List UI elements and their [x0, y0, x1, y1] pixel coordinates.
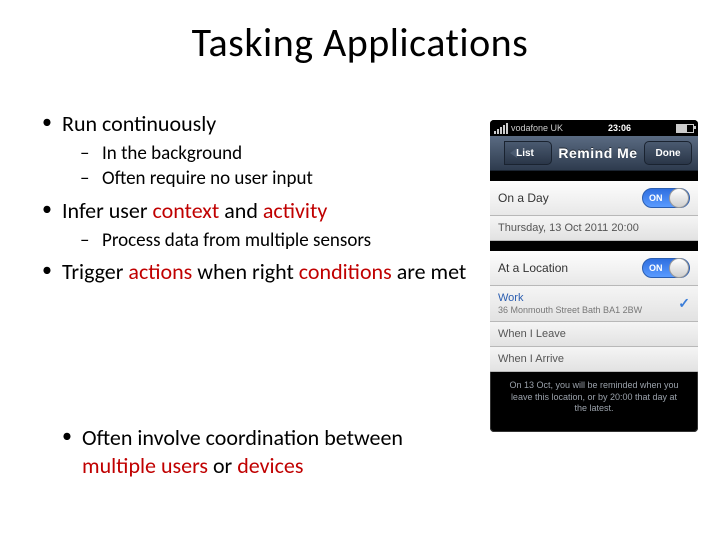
toggle-at-location[interactable]: ON: [642, 258, 690, 278]
highlight-actions: actions: [128, 258, 192, 285]
slide-body-lower: Often involve coordination between multi…: [58, 424, 478, 485]
cell-label: Work: [498, 292, 642, 304]
toggle-on-a-day[interactable]: ON: [642, 188, 690, 208]
nav-bar: List Remind Me Done: [490, 136, 698, 171]
text-fragment: are met: [392, 258, 467, 285]
back-button-label: List: [516, 148, 534, 159]
nav-title: Remind Me: [552, 145, 644, 161]
text-fragment: or: [208, 452, 237, 479]
checkmark-icon: ✓: [678, 295, 690, 312]
cell-label: When I Arrive: [498, 353, 564, 365]
back-button[interactable]: List: [504, 141, 552, 165]
cell-label: On a Day: [498, 191, 549, 205]
battery-icon: [676, 124, 694, 133]
bullet-coordination: Often involve coordination between multi…: [58, 424, 478, 479]
highlight-conditions: conditions: [299, 258, 392, 285]
cell-work[interactable]: Work 36 Monmouth Street Bath BA1 2BW ✓: [490, 286, 698, 322]
cell-address: 36 Monmouth Street Bath BA1 2BW: [498, 305, 642, 315]
bullet-trigger-actions: Trigger actions when right conditions ar…: [38, 258, 468, 286]
clock-label: 23:06: [608, 123, 631, 133]
highlight-devices: devices: [237, 452, 303, 479]
toggle-label: ON: [649, 193, 663, 203]
cell-on-a-day[interactable]: On a Day ON: [490, 181, 698, 216]
footer-note: On 13 Oct, you will be reminded when you…: [490, 372, 698, 423]
highlight-multiple-users: multiple users: [82, 452, 208, 479]
slide-title: Tasking Applications: [0, 18, 720, 67]
slide-body: Run continuously In the background Often…: [38, 110, 468, 292]
signal-icon: [494, 123, 508, 134]
cell-at-location[interactable]: At a Location ON: [490, 251, 698, 286]
cell-label: At a Location: [498, 261, 568, 275]
carrier-label: vodafone UK: [511, 123, 563, 133]
cell-on-a-day-value[interactable]: Thursday, 13 Oct 2011 20:00: [490, 216, 698, 241]
bullet-infer-context: Infer user context and activity Process …: [38, 197, 468, 252]
bullet-run-continuously: Run continuously In the background Often…: [38, 110, 468, 191]
text-fragment: Infer user: [62, 197, 152, 224]
toggle-label: ON: [649, 263, 663, 273]
text-fragment: Trigger: [62, 258, 128, 285]
slide: Tasking Applications Run continuously In…: [0, 0, 720, 540]
cell-when-arrive[interactable]: When I Arrive: [490, 347, 698, 372]
text-fragment: and: [219, 197, 263, 224]
highlight-activity: activity: [263, 197, 327, 224]
phone-screenshot: vodafone UK 23:06 List Remind Me Done On…: [490, 120, 698, 432]
bullet-text: Run continuously: [62, 110, 216, 137]
sub-bullet-no-input: Often require no user input: [62, 167, 468, 191]
highlight-context: context: [152, 197, 219, 224]
done-button-label: Done: [656, 148, 681, 159]
cell-value: Thursday, 13 Oct 2011 20:00: [498, 222, 639, 234]
cell-label: When I Leave: [498, 328, 566, 340]
sub-bullet-background: In the background: [62, 142, 468, 166]
status-bar: vodafone UK 23:06: [490, 120, 698, 136]
text-fragment: Often involve coordination between: [82, 424, 403, 451]
text-fragment: when right: [192, 258, 299, 285]
done-button[interactable]: Done: [644, 141, 692, 165]
sub-bullet-sensors: Process data from multiple sensors: [62, 229, 468, 253]
cell-when-leave[interactable]: When I Leave: [490, 322, 698, 347]
